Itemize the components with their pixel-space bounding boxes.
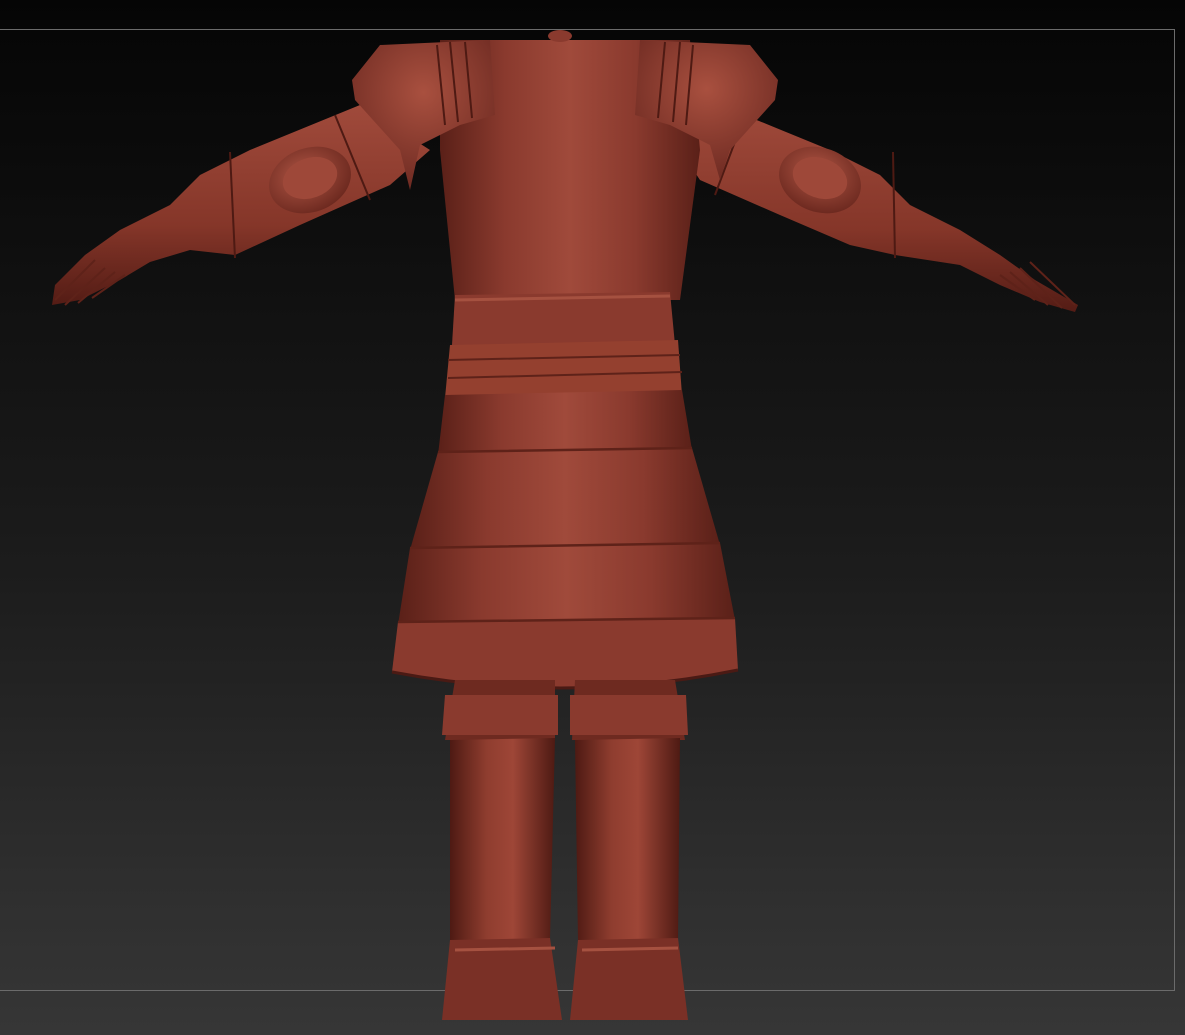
left-leg — [442, 680, 562, 1020]
waist-bands — [445, 292, 683, 398]
armor-model-render[interactable] — [0, 0, 1185, 1035]
3d-viewport[interactable] — [0, 0, 1185, 1035]
right-leg — [570, 680, 688, 1020]
skirt — [391, 390, 739, 690]
left-arm — [52, 105, 430, 306]
